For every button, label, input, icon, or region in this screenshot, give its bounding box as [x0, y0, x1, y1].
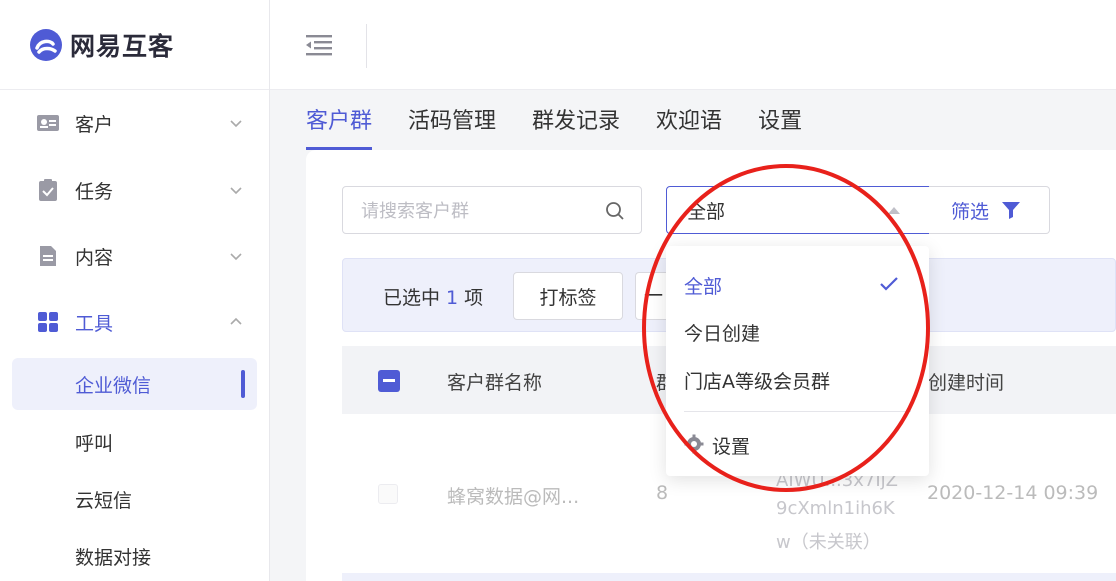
chevron-down-icon: [230, 120, 242, 128]
sidebar-item-label: 呼叫: [75, 432, 114, 455]
sidebar-item-call[interactable]: 呼叫: [12, 416, 257, 468]
tab-bar: 客户群 活码管理 群发记录 欢迎语 设置: [306, 98, 838, 150]
group-name-cell[interactable]: 蜂窝数据@网...: [447, 482, 579, 509]
sidebar-item-data-integration[interactable]: 数据对接: [12, 530, 257, 581]
group-id-line: 9cXmln1ih6K: [776, 498, 895, 519]
sidebar-item-sms[interactable]: 云短信: [12, 473, 257, 525]
logo-icon: [30, 28, 62, 61]
sidebar-item-label: 数据对接: [75, 546, 152, 569]
id-card-icon: [36, 111, 60, 135]
clipboard-check-icon: [36, 178, 60, 202]
brand-name: 网易互客: [70, 31, 175, 61]
grid-icon: [36, 310, 60, 334]
sidebar-group-customers[interactable]: 客户: [0, 103, 270, 143]
select-value: 全部: [687, 200, 726, 223]
filter-button[interactable]: 筛选: [929, 186, 1050, 234]
dropdown-option-all[interactable]: 全部: [684, 272, 722, 299]
search-placeholder: 请搜索客户群: [361, 201, 469, 222]
tab-settings[interactable]: 设置: [758, 98, 802, 150]
sidebar-group-label: 客户: [75, 113, 114, 136]
created-time-cell: 2020-12-14 09:39: [927, 482, 1099, 504]
chevron-down-icon: [230, 253, 242, 261]
search-input[interactable]: 请搜索客户群: [342, 186, 642, 234]
sidebar-group-label: 内容: [75, 246, 114, 269]
member-count-cell: 8: [656, 482, 669, 504]
document-icon: [36, 244, 60, 268]
caret-up-icon: [888, 207, 900, 214]
selection-count: 1: [446, 287, 459, 309]
funnel-icon: [1002, 202, 1021, 219]
search-icon[interactable]: [605, 201, 625, 221]
sidebar-group-content[interactable]: 内容: [0, 236, 270, 276]
sidebar-item-label: 云短信: [75, 489, 133, 512]
selection-suffix: 项: [464, 287, 484, 309]
chevron-up-icon: [230, 317, 242, 325]
tab-welcome-message[interactable]: 欢迎语: [656, 98, 722, 150]
tab-broadcast-records[interactable]: 群发记录: [532, 98, 620, 150]
check-icon: [880, 277, 898, 291]
tab-live-code[interactable]: 活码管理: [408, 98, 496, 150]
group-id-line: w（未关联）: [776, 532, 881, 553]
next-row-strip: [342, 573, 1116, 581]
dropdown-option-store-a-vip[interactable]: 门店A等级会员群: [684, 367, 830, 394]
row-checkbox[interactable]: [378, 484, 398, 504]
selection-prefix: 已选中: [383, 287, 441, 309]
gear-icon: [684, 434, 704, 454]
sidebar-item-label: 企业微信: [75, 374, 152, 397]
logo[interactable]: 网易互客: [0, 0, 269, 90]
group-filter-select[interactable]: 全部: [666, 186, 930, 234]
sidebar: 网易互客 客户 任务 内容 工具 企业微信 呼叫 云短信 数据对接: [0, 0, 270, 581]
column-header-created[interactable]: 创建时间: [928, 368, 1004, 395]
dropdown-divider: [684, 411, 911, 412]
sidebar-item-wecom[interactable]: 企业微信: [12, 358, 257, 410]
sidebar-group-label: 任务: [75, 180, 114, 203]
filter-label: 筛选: [951, 200, 990, 223]
top-bar: [270, 0, 1116, 90]
sidebar-group-tasks[interactable]: 任务: [0, 170, 270, 210]
filter-dropdown-menu: 全部 今日创建 门店A等级会员群 设置: [666, 246, 929, 476]
column-header-name[interactable]: 客户群名称: [447, 368, 542, 395]
sidebar-group-tools[interactable]: 工具: [0, 302, 270, 342]
dropdown-option-today[interactable]: 今日创建: [684, 319, 760, 346]
chevron-down-icon: [230, 187, 242, 195]
active-indicator: [241, 370, 245, 398]
menu-collapse-icon[interactable]: [306, 33, 332, 57]
sidebar-group-label: 工具: [75, 312, 114, 335]
dropdown-settings[interactable]: 设置: [712, 432, 750, 459]
select-all-checkbox[interactable]: [378, 370, 400, 392]
selection-summary: 已选中 1 项: [383, 283, 483, 310]
toolbar-divider: [366, 24, 367, 68]
tab-customer-groups[interactable]: 客户群: [306, 98, 373, 150]
tag-button[interactable]: 打标签: [513, 272, 623, 320]
